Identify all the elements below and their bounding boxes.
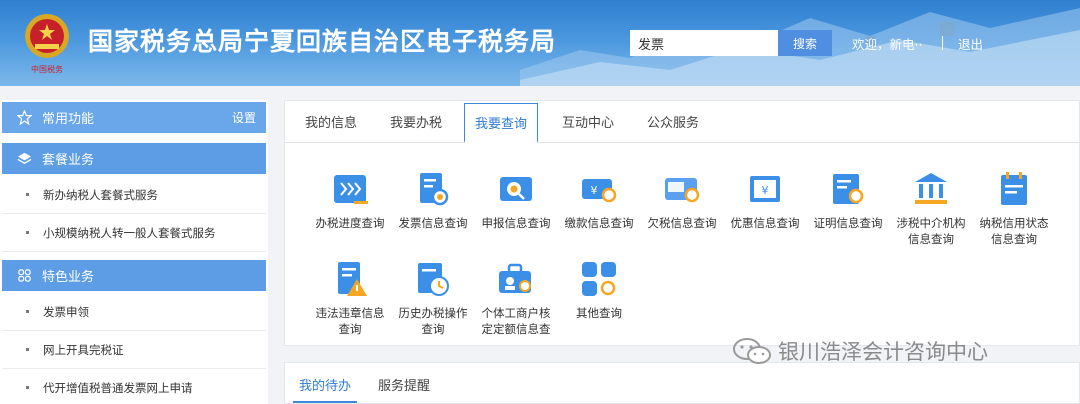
sidebar-item-small-scale-upgrade[interactable]: 小规模纳税人转一般人套餐式服务: [2, 214, 266, 252]
query-label: 涉税中介机构 信息查询: [896, 216, 966, 246]
main-panel: 我的信息 我要办税 我要查询 互动中心 公众服务 办税进度查询 发票信息查询 申…: [284, 100, 1080, 346]
query-label: 缴款信息查询: [564, 216, 634, 230]
invoice-query-icon: [420, 173, 449, 206]
main-tabs: 我的信息 我要办税 我要查询 互动中心 公众服务: [285, 101, 1080, 143]
query-label: 证明信息查询: [813, 216, 883, 230]
sidebar-package-business[interactable]: 套餐业务: [2, 143, 266, 174]
sidebar-item-label: 新办纳税人套餐式服务: [43, 187, 158, 202]
layers-icon: [16, 151, 32, 167]
query-label: 欠税信息查询: [647, 216, 717, 230]
individual-business-query-icon: [499, 263, 531, 293]
site-title: 国家税务总局宁夏回族自治区电子税务局: [88, 27, 557, 56]
violation-query-icon: [338, 262, 367, 296]
declaration-query-icon: [500, 177, 532, 201]
sidebar-common-functions[interactable]: 常用功能 设置: [2, 102, 266, 133]
intermediary-query-icon: [915, 173, 947, 204]
preferential-query-icon: ¥: [750, 176, 780, 202]
query-other[interactable]: 其他查询: [557, 259, 641, 321]
tab-service-reminder[interactable]: 服务提醒: [378, 375, 430, 394]
sidebar-item-new-taxpayer[interactable]: 新办纳税人套餐式服务: [2, 176, 266, 214]
query-credit-status[interactable]: 纳税信用状态 信息查询: [972, 169, 1056, 247]
welcome-text[interactable]: 欢迎，新电··: [852, 34, 922, 53]
tab-my-info[interactable]: 我的信息: [305, 112, 357, 131]
tab-tax-handling[interactable]: 我要办税: [390, 112, 442, 131]
site-header: 中国税务 国家税务总局宁夏回族自治区电子税务局 搜索 欢迎，新电·· 退出: [0, 0, 1080, 86]
star-icon: [16, 110, 32, 126]
sidebar-item-label: 代开增值税普通发票网上申请: [43, 380, 193, 395]
logout-link[interactable]: 退出: [958, 34, 983, 53]
bullet: [26, 386, 29, 389]
search-input[interactable]: [630, 30, 778, 56]
query-label: 违法违章信息 查询: [315, 306, 385, 336]
query-intermediary[interactable]: 涉税中介机构 信息查询: [889, 169, 973, 247]
wechat-icon: [733, 338, 771, 364]
sidebar: 常用功能 设置 套餐业务 新办纳税人套餐式服务 小规模纳税人转一般人套餐式服务 …: [0, 100, 268, 404]
query-label: 其他查询: [576, 306, 622, 320]
national-emblem-icon: 中国税务: [22, 10, 72, 76]
svg-text:¥: ¥: [762, 184, 769, 197]
query-label: 申报信息查询: [481, 216, 551, 230]
sidebar-item-vat-invoice-request[interactable]: 代开增值税普通发票网上申请: [2, 369, 266, 404]
watermark-text: 银川浩泽会计咨询中心: [778, 340, 988, 364]
sidebar-item-label: 小规模纳税人转一般人套餐式服务: [43, 225, 216, 240]
query-history[interactable]: 历史办税操作 查询: [391, 259, 475, 337]
query-violation[interactable]: 违法违章信息 查询: [308, 259, 392, 337]
sidebar-feature-label: 特色业务: [42, 270, 95, 285]
search-button[interactable]: 搜索: [778, 30, 832, 56]
svg-text:中国税务: 中国税务: [31, 64, 63, 74]
payment-query-icon: ¥: [582, 179, 617, 203]
tab-public-service[interactable]: 公众服务: [647, 112, 699, 131]
sidebar-item-label: 网上开具完税证: [43, 342, 124, 357]
query-declaration[interactable]: 申报信息查询: [474, 169, 558, 231]
bullet: [26, 231, 29, 234]
header-divider: [942, 36, 943, 50]
active-tab-indicator: [293, 401, 357, 403]
query-certificate[interactable]: 证明信息查询: [806, 169, 890, 231]
cloverleaf-icon: [16, 268, 32, 284]
sidebar-item-label: 发票申领: [43, 304, 89, 319]
sidebar-settings-link[interactable]: 设置: [232, 109, 256, 126]
query-label: 优惠信息查询: [730, 216, 800, 230]
tab-query[interactable]: 我要查询: [464, 103, 539, 143]
sidebar-item-tax-certificate[interactable]: 网上开具完税证: [2, 331, 266, 369]
tab-interaction-center[interactable]: 互动中心: [562, 112, 614, 131]
query-label: 个体工商户核 定定额信息查: [481, 306, 551, 336]
query-label: 纳税信用状态 信息查询: [979, 216, 1049, 246]
query-progress[interactable]: 办税进度查询: [308, 169, 392, 231]
credit-status-query-icon: [1001, 172, 1027, 205]
progress-query-icon: [334, 175, 368, 204]
sidebar-item-invoice-apply[interactable]: 发票申领: [2, 293, 266, 331]
query-label: 历史办税操作 查询: [398, 306, 468, 336]
bullet: [26, 193, 29, 196]
query-preferential[interactable]: ¥ 优惠信息查询: [723, 169, 807, 231]
query-individual-business[interactable]: 个体工商户核 定定额信息查: [474, 259, 558, 337]
arrears-query-icon: [665, 178, 700, 203]
query-invoice[interactable]: 发票信息查询: [391, 169, 475, 231]
sidebar-feature-business[interactable]: 特色业务: [2, 260, 266, 291]
bullet: [26, 310, 29, 313]
bullet: [26, 348, 29, 351]
certificate-query-icon: [833, 174, 864, 204]
other-query-icon: [582, 262, 616, 296]
query-payment[interactable]: ¥ 缴款信息查询: [557, 169, 641, 231]
watermark: 银川浩泽会计咨询中心: [732, 336, 988, 366]
query-label: 办税进度查询: [315, 216, 385, 230]
history-query-icon: [418, 263, 449, 296]
sidebar-common-label: 常用功能: [42, 112, 95, 127]
query-label: 发票信息查询: [398, 216, 468, 230]
tab-my-todo[interactable]: 我的待办: [299, 375, 351, 394]
query-arrears[interactable]: 欠税信息查询: [640, 169, 724, 231]
sidebar-package-label: 套餐业务: [42, 153, 95, 168]
todo-panel: 我的待办 服务提醒: [284, 362, 1080, 404]
svg-text:¥: ¥: [591, 184, 598, 197]
